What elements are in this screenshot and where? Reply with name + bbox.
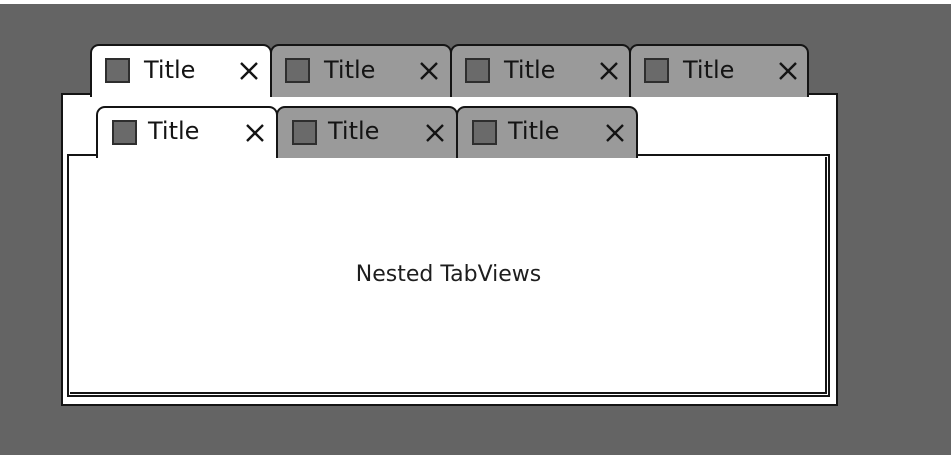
square-icon: [292, 120, 317, 145]
inner-tab-1[interactable]: Title: [96, 106, 278, 158]
inner-tab-3[interactable]: Title: [456, 106, 638, 158]
square-icon: [465, 58, 490, 83]
square-icon: [105, 58, 130, 83]
close-icon[interactable]: [777, 60, 799, 82]
square-icon: [285, 58, 310, 83]
close-icon[interactable]: [238, 60, 260, 82]
outer-tab-2-label: Title: [324, 56, 376, 84]
inner-tab-1-label: Title: [148, 117, 200, 145]
pane-content-text: Nested TabViews: [355, 262, 542, 287]
close-icon[interactable]: [598, 60, 620, 82]
outer-tab-3-label: Title: [504, 56, 556, 84]
close-icon[interactable]: [424, 122, 446, 144]
square-icon: [472, 120, 497, 145]
inner-tab-3-label: Title: [508, 117, 560, 145]
outer-tab-1-label: Title: [144, 56, 196, 84]
outer-tab-2[interactable]: Title: [270, 44, 452, 97]
inner-tab-content-pane: Nested TabViews: [67, 154, 830, 397]
square-icon: [112, 120, 137, 145]
outer-tab-4-label: Title: [683, 56, 735, 84]
inner-tab-2-label: Title: [328, 117, 380, 145]
close-icon[interactable]: [604, 122, 626, 144]
outer-active-tab-underlap: [92, 91, 270, 97]
outer-tab-1[interactable]: Title: [90, 44, 272, 97]
outer-tab-3[interactable]: Title: [450, 44, 631, 97]
close-icon[interactable]: [244, 122, 266, 144]
inner-active-tab-underlap: [98, 153, 276, 157]
square-icon: [644, 58, 669, 83]
outer-tabview: Title Title Title Title Nested TabViews …: [0, 0, 951, 455]
outer-tab-4[interactable]: Title: [629, 44, 809, 97]
close-icon[interactable]: [418, 60, 440, 82]
inner-tab-2[interactable]: Title: [276, 106, 458, 158]
